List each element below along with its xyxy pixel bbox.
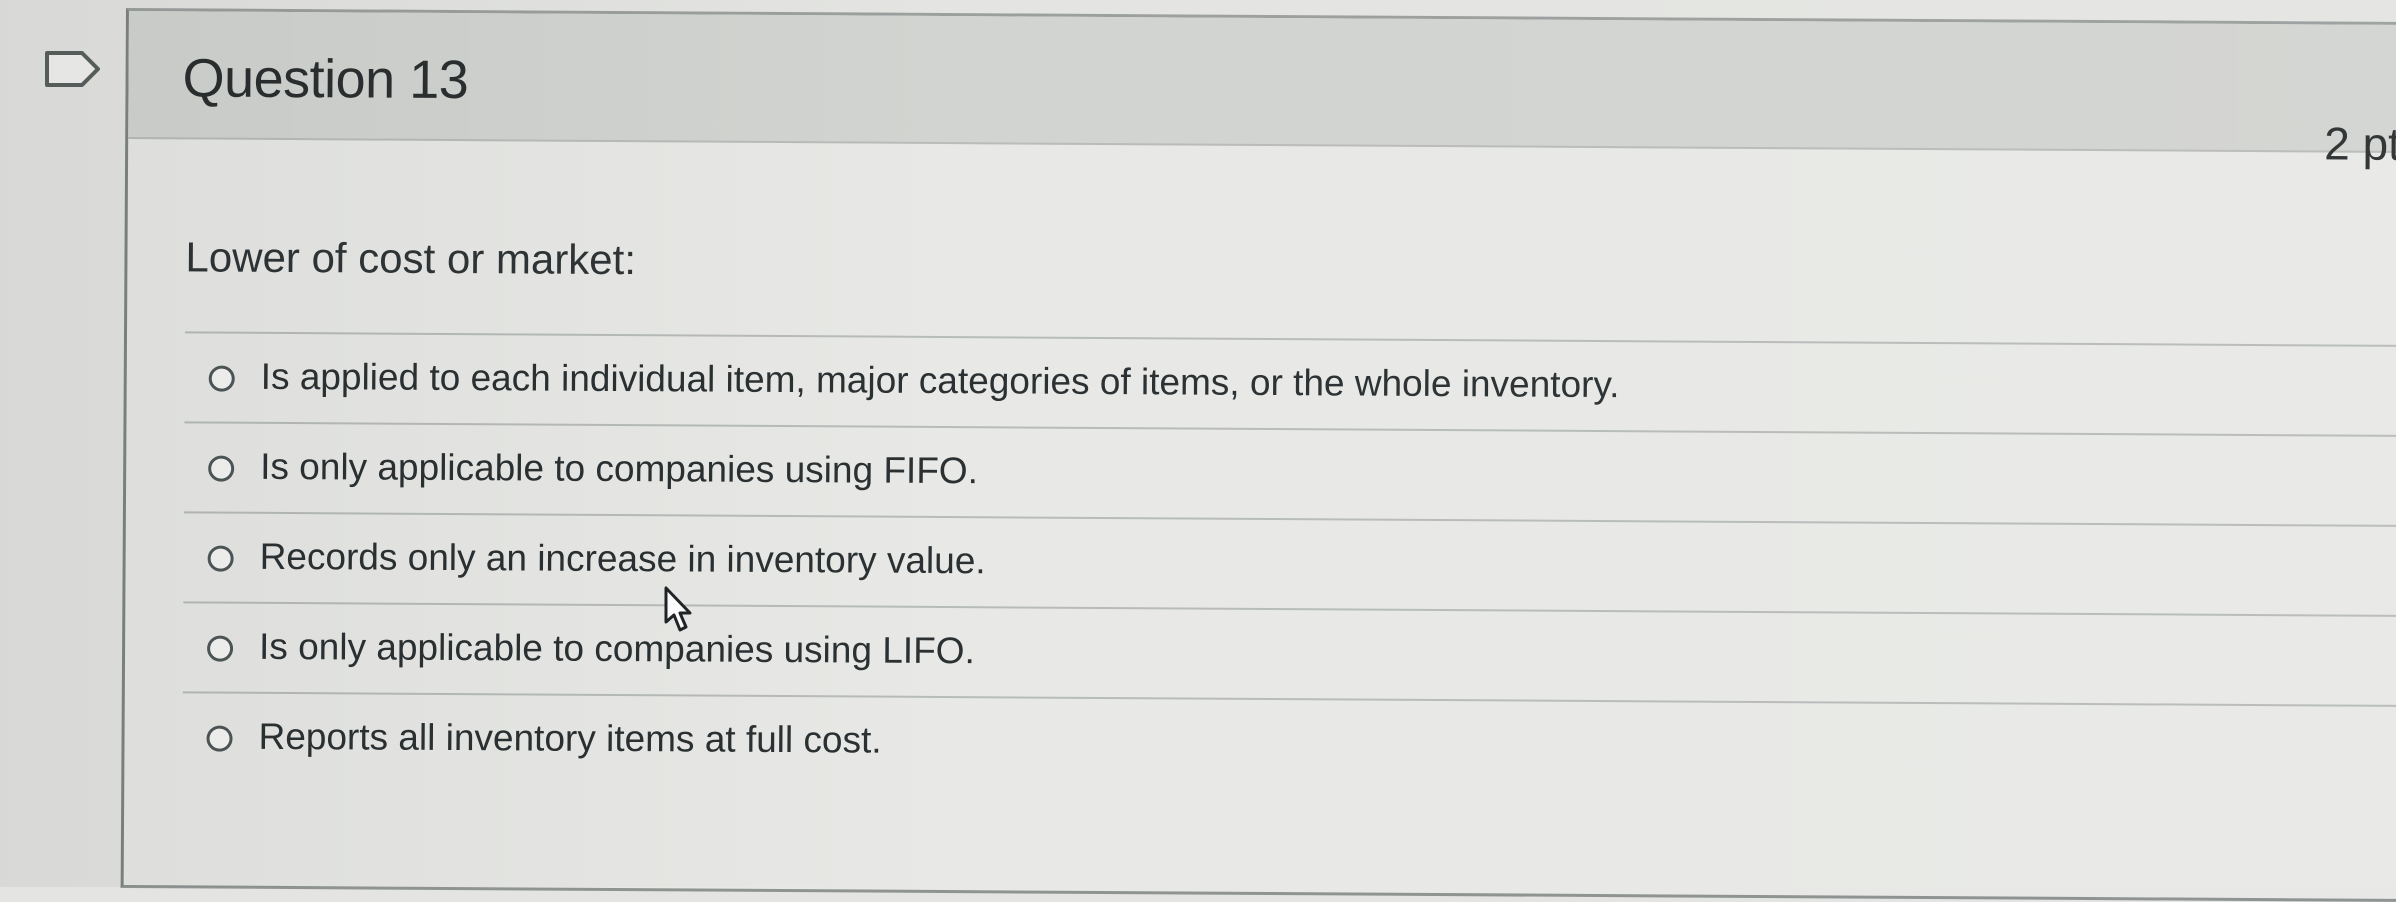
question-card: Question 13 2 pt Lower of cost or market… — [120, 8, 2396, 902]
answer-label[interactable]: Is only applicable to companies using LI… — [259, 626, 975, 672]
answer-option[interactable]: Is only applicable to companies using LI… — [182, 601, 2396, 705]
answer-label[interactable]: Records only an increase in inventory va… — [260, 536, 986, 582]
answer-list: Is applied to each individual item, majo… — [182, 331, 2396, 795]
radio-unselected-icon[interactable] — [207, 545, 234, 572]
answer-option[interactable]: Is applied to each individual item, majo… — [184, 331, 2396, 435]
radio-unselected-icon[interactable] — [207, 635, 234, 662]
bookmark-flag-icon[interactable] — [44, 50, 102, 88]
question-prompt: Lower of cost or market: — [185, 233, 637, 284]
answer-label[interactable]: Is only applicable to companies using FI… — [260, 446, 978, 492]
question-header: Question 13 2 pt — [128, 11, 2396, 170]
answer-option[interactable]: Records only an increase in inventory va… — [183, 511, 2396, 615]
radio-unselected-icon[interactable] — [208, 365, 235, 392]
answer-label[interactable]: Is applied to each individual item, majo… — [261, 356, 1620, 406]
mouse-pointer-icon — [662, 586, 692, 634]
answer-option[interactable]: Reports all inventory items at full cost… — [182, 691, 2396, 795]
answer-option[interactable]: Is only applicable to companies using FI… — [183, 421, 2396, 525]
question-points: 2 pt — [2324, 117, 2396, 170]
radio-unselected-icon[interactable] — [206, 725, 233, 752]
answer-label[interactable]: Reports all inventory items at full cost… — [258, 716, 881, 762]
question-title: Question 13 — [182, 48, 469, 111]
radio-unselected-icon[interactable] — [208, 455, 235, 482]
